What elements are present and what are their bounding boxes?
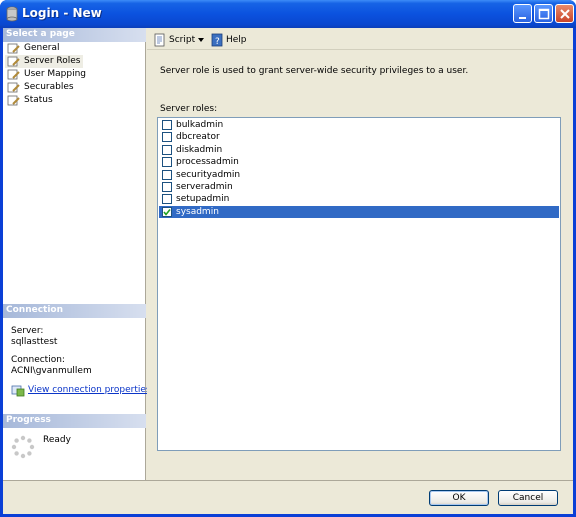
maximize-button[interactable]: [534, 4, 553, 23]
progress-spinner-icon: [11, 435, 35, 459]
maximize-icon: [538, 8, 550, 20]
role-checkbox[interactable]: [162, 194, 172, 205]
role-label: processadmin: [176, 157, 239, 168]
role-checkbox[interactable]: [162, 182, 172, 192]
page-wrench-icon: [7, 82, 20, 93]
page-item-server-roles[interactable]: Server Roles: [5, 55, 84, 68]
role-row-serveradmin[interactable]: serveradmin: [159, 181, 559, 193]
role-label: securityadmin: [176, 169, 241, 180]
toolbar: Script ? Help: [147, 28, 573, 50]
page-item-label: Server Roles: [24, 56, 81, 66]
page-wrench-icon: [7, 56, 20, 67]
role-label: sysadmin: [176, 206, 219, 217]
role-checkbox[interactable]: [162, 169, 172, 180]
role-row-diskadmin[interactable]: diskadmin: [159, 144, 559, 156]
role-label: setupadmin: [176, 194, 230, 205]
checkmark-icon: [163, 208, 171, 216]
help-label: Help: [226, 35, 247, 45]
left-pane: Select a page General Server Roles User Ma…: [3, 28, 151, 480]
role-checkbox[interactable]: [162, 120, 172, 130]
role-checkbox[interactable]: [162, 157, 172, 168]
role-row-setupadmin[interactable]: setupadmin: [159, 193, 559, 205]
dialog-footer: OK Cancel: [3, 480, 573, 514]
description-text: Server role is used to grant server-wide…: [160, 66, 469, 76]
role-row-bulkadmin[interactable]: bulkadmin: [159, 119, 559, 131]
cancel-button[interactable]: Cancel: [498, 490, 558, 506]
connection-label: Connection:: [11, 355, 65, 365]
minimize-button[interactable]: [513, 4, 532, 23]
role-label: diskadmin: [176, 144, 223, 155]
connection-header: Connection: [3, 304, 146, 318]
server-value: sqllasttest: [11, 337, 58, 347]
right-pane: Script ? Help Server role is used to gra…: [147, 28, 573, 480]
page-item-label: Status: [24, 95, 53, 105]
progress-status: Ready: [43, 435, 71, 445]
select-page-header: Select a page: [3, 28, 146, 42]
progress-header: Progress: [3, 414, 146, 428]
script-label: Script: [169, 35, 196, 45]
role-label: bulkadmin: [176, 120, 224, 130]
server-roles-list[interactable]: bulkadmin dbcreator diskadmin processadmin s…: [157, 117, 561, 451]
close-button[interactable]: [555, 4, 574, 23]
script-icon: [154, 33, 165, 47]
page-wrench-icon: [7, 95, 20, 106]
server-roles-label: Server roles:: [160, 104, 218, 114]
help-button[interactable]: ? Help: [210, 33, 250, 47]
connection-value: ACNI\gvanmullem: [11, 366, 92, 376]
role-row-dbcreator[interactable]: dbcreator: [159, 131, 559, 143]
page-item-general[interactable]: General: [5, 42, 62, 55]
title-bar[interactable]: Login - New: [0, 0, 576, 28]
window-title: Login - New: [22, 6, 102, 20]
close-icon: [560, 9, 570, 19]
role-checkbox[interactable]: [162, 144, 172, 155]
script-button[interactable]: Script: [153, 33, 205, 47]
page-item-label: Securables: [24, 82, 74, 92]
database-icon: [6, 6, 18, 22]
role-label: serveradmin: [176, 182, 233, 192]
page-item-user-mapping[interactable]: User Mapping: [5, 68, 89, 81]
role-checkbox[interactable]: [162, 206, 172, 217]
role-label: dbcreator: [176, 132, 220, 143]
login-new-window: Login - New Select a page General Server …: [0, 0, 576, 517]
page-item-securables[interactable]: Securables: [5, 81, 77, 94]
server-label: Server:: [11, 326, 44, 336]
dialog-client-area: Select a page General Server Roles User Ma…: [3, 28, 573, 514]
svg-text:?: ?: [215, 37, 220, 47]
ok-button[interactable]: OK: [429, 490, 489, 506]
page-item-label: General: [24, 43, 60, 53]
page-wrench-icon: [7, 43, 20, 54]
dropdown-arrow-icon[interactable]: [198, 38, 204, 42]
minimize-icon: [519, 17, 526, 19]
role-row-securityadmin[interactable]: securityadmin: [159, 169, 559, 181]
role-checkbox[interactable]: [162, 132, 172, 143]
view-connection-link[interactable]: View connection properties: [28, 384, 151, 397]
page-item-status[interactable]: Status: [5, 94, 56, 107]
help-book-icon: ?: [211, 33, 223, 47]
role-row-processadmin[interactable]: processadmin: [159, 156, 559, 168]
role-row-sysadmin[interactable]: sysadmin: [159, 205, 559, 218]
page-item-label: User Mapping: [24, 69, 86, 79]
connection-properties-icon: [11, 385, 25, 397]
page-wrench-icon: [7, 69, 20, 80]
